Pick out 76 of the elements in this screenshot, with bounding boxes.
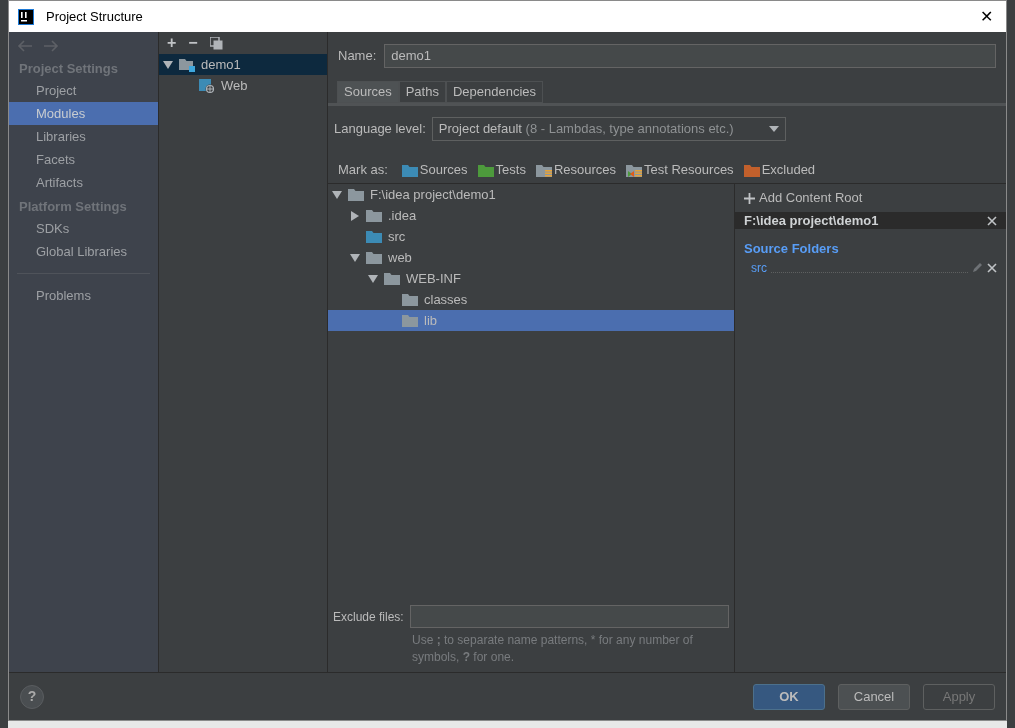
sidebar-item[interactable]: Problems — [9, 284, 158, 307]
name-field[interactable]: demo1 — [384, 43, 996, 68]
folder-icon — [626, 163, 643, 177]
module-label: Web — [221, 76, 248, 95]
tree-row[interactable]: .idea — [328, 205, 734, 226]
tree-label: F:\idea project\demo1 — [370, 185, 496, 204]
add-icon — [744, 192, 755, 204]
tree-label: src — [388, 227, 406, 246]
folder-icon — [348, 188, 364, 201]
tree-label: classes — [424, 290, 468, 309]
mark-as-button[interactable]: Excluded — [761, 162, 816, 178]
folder-icon — [402, 314, 418, 327]
close-button[interactable]: ✕ — [966, 1, 1006, 32]
sidebar-item[interactable]: Project — [9, 79, 158, 102]
folder-icon — [366, 209, 382, 222]
expand-arrow-icon[interactable] — [350, 210, 360, 221]
tab[interactable]: Dependencies — [445, 81, 544, 103]
module-folder-icon — [179, 57, 195, 72]
window-title: Project Structure — [46, 7, 143, 26]
folder-icon — [535, 163, 552, 177]
folder-icon — [401, 163, 418, 177]
folder-icon — [477, 163, 494, 177]
language-level-dropdown[interactable]: Project default (8 - Lambdas, type annotations etc.) — [431, 117, 786, 141]
collapse-arrow-icon[interactable] — [332, 189, 342, 200]
tree-label: WEB-INF — [406, 269, 461, 288]
sidebar-item[interactable]: SDKs — [9, 217, 158, 240]
module-row[interactable]: demo1 — [159, 54, 327, 75]
collapse-arrow-icon[interactable] — [350, 252, 360, 263]
content-root-path: F:\idea project\demo1 — [744, 211, 879, 230]
tree-label: lib — [424, 311, 437, 330]
module-row[interactable]: Web — [159, 75, 327, 96]
collapse-arrow-icon[interactable] — [163, 59, 173, 70]
sidebar-item[interactable]: Modules — [9, 102, 158, 125]
toolbar-button[interactable]: − — [188, 35, 198, 51]
app-logo-icon — [18, 8, 34, 25]
tab[interactable]: Sources — [337, 81, 399, 103]
copy-icon[interactable] — [209, 36, 223, 50]
tab[interactable]: Paths — [398, 81, 446, 103]
mark-as-button[interactable]: Sources — [419, 162, 468, 178]
folder-icon — [384, 272, 400, 285]
exclude-files-label: Exclude files: — [333, 608, 404, 626]
toolbar-button[interactable]: + — [167, 35, 177, 51]
sidebar-item[interactable]: Facets — [9, 148, 158, 171]
tree-row[interactable]: web — [328, 247, 734, 268]
folder-icon — [402, 293, 418, 306]
source-folder-link[interactable]: src — [751, 258, 767, 277]
add-content-root-link[interactable]: Add Content Root — [759, 188, 863, 208]
ok-button[interactable]: OK — [753, 683, 825, 710]
exclude-files-field[interactable] — [409, 605, 729, 628]
tree-row[interactable]: classes — [328, 289, 734, 310]
tree-label: .idea — [388, 206, 417, 225]
dialog-button[interactable]: Cancel — [838, 683, 910, 710]
tree-row[interactable]: F:\idea project\demo1 — [328, 184, 734, 205]
folder-icon — [366, 230, 382, 243]
tree-label: web — [388, 248, 412, 267]
folder-icon — [743, 163, 760, 177]
sidebar-item[interactable]: Artifacts — [9, 171, 158, 194]
help-button[interactable]: ? — [20, 684, 44, 709]
tree-row[interactable]: WEB-INF — [328, 268, 734, 289]
mark-as-button[interactable]: Test Resources — [644, 162, 734, 178]
name-label: Name: — [338, 46, 377, 65]
section-heading: Source Folders — [743, 240, 840, 258]
mark-as-button[interactable]: Tests — [495, 162, 526, 178]
mark-as-label: Mark as: — [338, 161, 388, 180]
language-level-label: Language level: — [334, 120, 426, 139]
folder-icon — [366, 251, 382, 264]
collapse-arrow-icon[interactable] — [368, 273, 378, 284]
sidebar-item[interactable]: Global Libraries — [9, 240, 158, 263]
mark-as-button[interactable]: Resources — [553, 162, 617, 178]
tree-row[interactable]: src — [328, 226, 734, 247]
web-icon — [199, 77, 215, 94]
close-icon[interactable] — [987, 215, 997, 226]
module-label: demo1 — [201, 55, 241, 74]
sidebar-item[interactable]: Libraries — [9, 125, 158, 148]
close-icon[interactable] — [987, 262, 997, 273]
dropdown-arrow-icon — [768, 126, 779, 132]
